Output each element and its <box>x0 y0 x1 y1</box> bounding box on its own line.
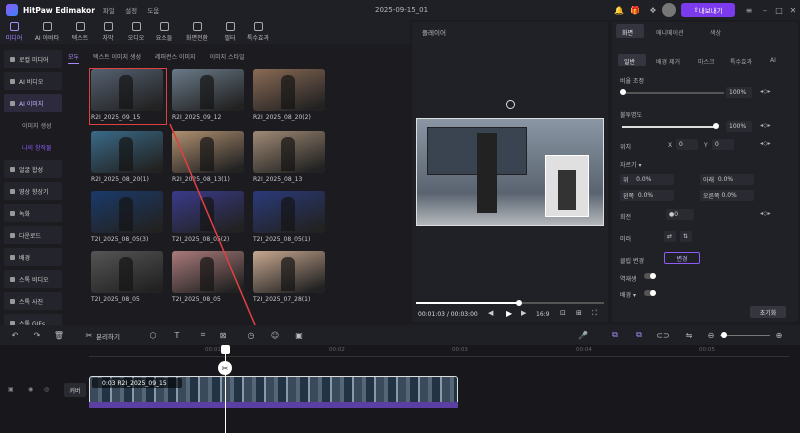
split-icon[interactable]: ✂ <box>84 330 94 340</box>
rotate-keyframe-icon[interactable]: ◂◇▸ <box>760 210 771 217</box>
crop-bottom-field[interactable]: 아래 0.0% <box>700 174 754 185</box>
speed-icon[interactable]: ◷ <box>246 330 256 340</box>
snapshot-icon[interactable]: ⊡ <box>560 309 566 317</box>
track-mute-icon[interactable]: ◎ <box>44 386 49 393</box>
tab-screen[interactable]: 화면 <box>622 28 633 37</box>
crop-top-field[interactable]: 위 0.0% <box>620 174 674 185</box>
clip-change-button[interactable]: 변경 <box>664 252 700 264</box>
ruler-tick: 00:05 <box>699 347 715 353</box>
clip-change-label: 클립 변경 <box>620 258 644 265</box>
x-label: X <box>668 142 673 149</box>
rotate-handle-icon[interactable] <box>506 100 515 109</box>
reverse-label: 역재생 <box>620 276 637 283</box>
scale-slider[interactable] <box>622 92 724 94</box>
crop-left-field[interactable]: 왼쪽 0.0% <box>620 190 674 201</box>
subtab-general[interactable]: 일반 <box>624 57 635 66</box>
ruler-tick: 00:03 <box>452 347 468 353</box>
ruler-line <box>89 356 789 357</box>
player-progress-fill <box>416 302 520 304</box>
cover-button[interactable]: 커버 <box>64 383 86 397</box>
crop-label[interactable]: 자르기 ▾ <box>620 160 641 169</box>
x-field[interactable]: 0 <box>676 139 698 150</box>
crop-right-field[interactable]: 오른쪽 0.0% <box>700 190 754 201</box>
preview-poster <box>545 155 589 217</box>
reset-button[interactable]: 초기화 <box>750 306 786 318</box>
ruler-tick: 00:01 <box>205 347 221 353</box>
rotate-field[interactable]: ● 0 <box>666 209 694 220</box>
crop-tool-icon[interactable]: ⌗ <box>198 330 208 340</box>
reverse-toggle[interactable] <box>644 273 656 279</box>
position-keyframe-icon[interactable]: ◂◇▸ <box>760 140 771 147</box>
player-progress-knob[interactable] <box>516 300 523 306</box>
background-toggle[interactable] <box>644 290 656 296</box>
delete-icon[interactable]: 🗑 <box>54 330 64 340</box>
timeline-toolbar <box>0 325 800 345</box>
tab-color[interactable]: 색상 <box>710 28 721 37</box>
fit-icon[interactable]: ⊞ <box>576 309 582 317</box>
ruler-tick: 00:02 <box>329 347 345 353</box>
player-title: 플레이어 <box>422 29 446 37</box>
subtab-effects[interactable]: 특수효과 <box>730 57 752 66</box>
preview-canvas[interactable] <box>416 118 604 226</box>
clip-label: 0:03 R2I_2025_09_15 <box>92 378 182 388</box>
flip-horizontal-icon[interactable]: ⇄ <box>664 231 676 242</box>
playhead-handle[interactable] <box>221 345 230 354</box>
link-icon[interactable]: ⧉ <box>610 330 620 340</box>
zoom-in-icon[interactable]: ⊕ <box>774 330 784 340</box>
scale-knob[interactable] <box>620 89 626 95</box>
connect-icon[interactable]: ⊂⊃ <box>656 330 669 340</box>
y-label: Y <box>704 142 708 149</box>
flip-vertical-icon[interactable]: ⇅ <box>680 231 692 242</box>
opacity-slider[interactable] <box>622 126 716 128</box>
undo-icon[interactable]: ↶ <box>10 330 20 340</box>
reverse-toggle-knob <box>650 273 656 279</box>
scale-value[interactable]: 100% <box>726 87 752 98</box>
opacity-knob[interactable] <box>713 123 719 129</box>
player-panel: 플레이어 00:01:03 / 00:03:00 ◀ ▶ ▶ 16:9 ⊡ ⊞ … <box>412 22 608 322</box>
rotate-label: 회전 <box>620 214 632 221</box>
fullscreen-icon[interactable]: ⛶ <box>592 309 597 318</box>
zoom-slider[interactable] <box>720 335 770 336</box>
mirror-label: 미러 <box>620 236 632 243</box>
split-button[interactable]: 분리하기 <box>96 331 120 341</box>
play-icon[interactable]: ▶ <box>506 309 512 318</box>
clip-audio-bar <box>89 402 458 408</box>
properties-panel: 화면 애니메이션 색상 일반 배경 제거 마스크 특수효과 AI 비율 조정 1… <box>612 22 798 322</box>
subtab-mask[interactable]: 마스크 <box>698 57 715 66</box>
prev-frame-icon[interactable]: ◀ <box>488 309 493 317</box>
opacity-keyframe-icon[interactable]: ◂◇▸ <box>760 122 771 129</box>
snap-icon[interactable]: ⧉ <box>634 330 644 340</box>
zoom-knob[interactable] <box>721 332 727 338</box>
next-frame-icon[interactable]: ▶ <box>521 309 526 317</box>
player-time: 00:01:03 / 00:03:00 <box>418 311 478 318</box>
aspect-ratio-select[interactable]: 16:9 <box>536 311 549 318</box>
position-label: 위치 <box>620 144 632 151</box>
y-field[interactable]: 0 <box>712 139 734 150</box>
track-icon[interactable]: ⇋ <box>684 330 694 340</box>
subtab-ai[interactable]: AI <box>770 57 776 64</box>
preview-person <box>477 133 497 213</box>
shield-icon[interactable]: ⬡ <box>148 330 158 340</box>
redo-icon[interactable]: ↷ <box>32 330 42 340</box>
opacity-label: 불투명도 <box>620 112 643 119</box>
background-label[interactable]: 배경 ▾ <box>620 290 636 299</box>
background-toggle-knob <box>650 290 656 296</box>
split-cursor-icon[interactable]: ✂ <box>218 361 232 375</box>
text-tool-icon[interactable]: T <box>172 330 182 340</box>
microphone-icon[interactable]: 🎤 <box>578 330 588 340</box>
track-lock-icon[interactable]: ▣ <box>8 386 14 393</box>
face-icon[interactable]: ☺ <box>270 330 280 340</box>
tab-animation[interactable]: 애니메이션 <box>656 28 684 37</box>
track-visibility-icon[interactable]: ◉ <box>28 386 33 393</box>
screen-icon[interactable]: ▣ <box>294 330 304 340</box>
freeze-icon[interactable]: ⊠ <box>218 330 228 340</box>
opacity-value[interactable]: 100% <box>726 121 752 132</box>
subtab-bg-remove[interactable]: 배경 제거 <box>656 57 680 66</box>
scale-label: 비율 조정 <box>620 78 644 85</box>
zoom-out-icon[interactable]: ⊖ <box>706 330 716 340</box>
poster-figure <box>558 170 576 210</box>
ruler-tick: 00:04 <box>576 347 592 353</box>
scale-keyframe-icon[interactable]: ◂◇▸ <box>760 88 771 95</box>
player-progress-track[interactable] <box>416 302 604 304</box>
